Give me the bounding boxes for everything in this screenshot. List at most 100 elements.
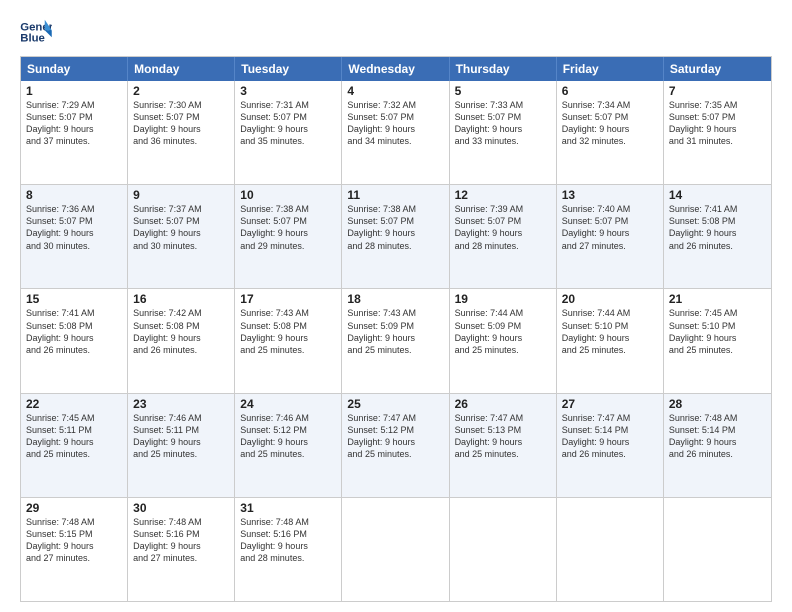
calendar-row-2: 15Sunrise: 7:41 AMSunset: 5:08 PMDayligh… bbox=[21, 288, 771, 392]
header-day-saturday: Saturday bbox=[664, 57, 771, 81]
day-number: 5 bbox=[455, 84, 551, 98]
calendar-cell: 23Sunrise: 7:46 AMSunset: 5:11 PMDayligh… bbox=[128, 394, 235, 497]
header-day-wednesday: Wednesday bbox=[342, 57, 449, 81]
cell-content: Sunrise: 7:33 AMSunset: 5:07 PMDaylight:… bbox=[455, 99, 551, 148]
cell-content: Sunrise: 7:45 AMSunset: 5:10 PMDaylight:… bbox=[669, 307, 766, 356]
day-number: 25 bbox=[347, 397, 443, 411]
logo: General Blue bbox=[20, 18, 52, 46]
calendar-cell: 13Sunrise: 7:40 AMSunset: 5:07 PMDayligh… bbox=[557, 185, 664, 288]
day-number: 13 bbox=[562, 188, 658, 202]
cell-content: Sunrise: 7:32 AMSunset: 5:07 PMDaylight:… bbox=[347, 99, 443, 148]
day-number: 8 bbox=[26, 188, 122, 202]
day-number: 15 bbox=[26, 292, 122, 306]
calendar-cell: 31Sunrise: 7:48 AMSunset: 5:16 PMDayligh… bbox=[235, 498, 342, 601]
day-number: 4 bbox=[347, 84, 443, 98]
cell-content: Sunrise: 7:29 AMSunset: 5:07 PMDaylight:… bbox=[26, 99, 122, 148]
day-number: 19 bbox=[455, 292, 551, 306]
header: General Blue bbox=[20, 18, 772, 46]
cell-content: Sunrise: 7:48 AMSunset: 5:16 PMDaylight:… bbox=[133, 516, 229, 565]
cell-content: Sunrise: 7:48 AMSunset: 5:15 PMDaylight:… bbox=[26, 516, 122, 565]
day-number: 17 bbox=[240, 292, 336, 306]
calendar-cell: 16Sunrise: 7:42 AMSunset: 5:08 PMDayligh… bbox=[128, 289, 235, 392]
calendar-cell: 7Sunrise: 7:35 AMSunset: 5:07 PMDaylight… bbox=[664, 81, 771, 184]
cell-content: Sunrise: 7:38 AMSunset: 5:07 PMDaylight:… bbox=[347, 203, 443, 252]
calendar-cell: 19Sunrise: 7:44 AMSunset: 5:09 PMDayligh… bbox=[450, 289, 557, 392]
calendar-cell bbox=[557, 498, 664, 601]
cell-content: Sunrise: 7:45 AMSunset: 5:11 PMDaylight:… bbox=[26, 412, 122, 461]
day-number: 22 bbox=[26, 397, 122, 411]
calendar-cell: 8Sunrise: 7:36 AMSunset: 5:07 PMDaylight… bbox=[21, 185, 128, 288]
calendar-cell: 18Sunrise: 7:43 AMSunset: 5:09 PMDayligh… bbox=[342, 289, 449, 392]
calendar-cell: 14Sunrise: 7:41 AMSunset: 5:08 PMDayligh… bbox=[664, 185, 771, 288]
cell-content: Sunrise: 7:48 AMSunset: 5:16 PMDaylight:… bbox=[240, 516, 336, 565]
calendar-cell: 26Sunrise: 7:47 AMSunset: 5:13 PMDayligh… bbox=[450, 394, 557, 497]
calendar-cell bbox=[664, 498, 771, 601]
day-number: 21 bbox=[669, 292, 766, 306]
day-number: 7 bbox=[669, 84, 766, 98]
cell-content: Sunrise: 7:34 AMSunset: 5:07 PMDaylight:… bbox=[562, 99, 658, 148]
calendar-cell: 2Sunrise: 7:30 AMSunset: 5:07 PMDaylight… bbox=[128, 81, 235, 184]
calendar-cell: 10Sunrise: 7:38 AMSunset: 5:07 PMDayligh… bbox=[235, 185, 342, 288]
cell-content: Sunrise: 7:41 AMSunset: 5:08 PMDaylight:… bbox=[669, 203, 766, 252]
page: General Blue SundayMondayTuesdayWednesda… bbox=[0, 0, 792, 612]
header-day-thursday: Thursday bbox=[450, 57, 557, 81]
calendar-row-3: 22Sunrise: 7:45 AMSunset: 5:11 PMDayligh… bbox=[21, 393, 771, 497]
cell-content: Sunrise: 7:46 AMSunset: 5:12 PMDaylight:… bbox=[240, 412, 336, 461]
calendar-row-1: 8Sunrise: 7:36 AMSunset: 5:07 PMDaylight… bbox=[21, 184, 771, 288]
cell-content: Sunrise: 7:47 AMSunset: 5:13 PMDaylight:… bbox=[455, 412, 551, 461]
calendar-cell: 15Sunrise: 7:41 AMSunset: 5:08 PMDayligh… bbox=[21, 289, 128, 392]
calendar-cell: 5Sunrise: 7:33 AMSunset: 5:07 PMDaylight… bbox=[450, 81, 557, 184]
cell-content: Sunrise: 7:47 AMSunset: 5:12 PMDaylight:… bbox=[347, 412, 443, 461]
day-number: 11 bbox=[347, 188, 443, 202]
day-number: 30 bbox=[133, 501, 229, 515]
logo-icon: General Blue bbox=[20, 18, 52, 46]
cell-content: Sunrise: 7:42 AMSunset: 5:08 PMDaylight:… bbox=[133, 307, 229, 356]
day-number: 10 bbox=[240, 188, 336, 202]
calendar-cell: 27Sunrise: 7:47 AMSunset: 5:14 PMDayligh… bbox=[557, 394, 664, 497]
header-day-monday: Monday bbox=[128, 57, 235, 81]
calendar-cell: 28Sunrise: 7:48 AMSunset: 5:14 PMDayligh… bbox=[664, 394, 771, 497]
calendar-cell: 3Sunrise: 7:31 AMSunset: 5:07 PMDaylight… bbox=[235, 81, 342, 184]
header-day-sunday: Sunday bbox=[21, 57, 128, 81]
calendar-cell: 24Sunrise: 7:46 AMSunset: 5:12 PMDayligh… bbox=[235, 394, 342, 497]
calendar-header: SundayMondayTuesdayWednesdayThursdayFrid… bbox=[21, 57, 771, 81]
cell-content: Sunrise: 7:30 AMSunset: 5:07 PMDaylight:… bbox=[133, 99, 229, 148]
cell-content: Sunrise: 7:36 AMSunset: 5:07 PMDaylight:… bbox=[26, 203, 122, 252]
calendar-cell bbox=[342, 498, 449, 601]
day-number: 23 bbox=[133, 397, 229, 411]
calendar-body: 1Sunrise: 7:29 AMSunset: 5:07 PMDaylight… bbox=[21, 81, 771, 601]
calendar-row-4: 29Sunrise: 7:48 AMSunset: 5:15 PMDayligh… bbox=[21, 497, 771, 601]
calendar-cell: 29Sunrise: 7:48 AMSunset: 5:15 PMDayligh… bbox=[21, 498, 128, 601]
calendar-cell: 22Sunrise: 7:45 AMSunset: 5:11 PMDayligh… bbox=[21, 394, 128, 497]
cell-content: Sunrise: 7:46 AMSunset: 5:11 PMDaylight:… bbox=[133, 412, 229, 461]
calendar-cell: 25Sunrise: 7:47 AMSunset: 5:12 PMDayligh… bbox=[342, 394, 449, 497]
calendar-cell: 30Sunrise: 7:48 AMSunset: 5:16 PMDayligh… bbox=[128, 498, 235, 601]
svg-text:Blue: Blue bbox=[20, 33, 45, 45]
calendar-cell: 1Sunrise: 7:29 AMSunset: 5:07 PMDaylight… bbox=[21, 81, 128, 184]
cell-content: Sunrise: 7:31 AMSunset: 5:07 PMDaylight:… bbox=[240, 99, 336, 148]
cell-content: Sunrise: 7:39 AMSunset: 5:07 PMDaylight:… bbox=[455, 203, 551, 252]
day-number: 24 bbox=[240, 397, 336, 411]
calendar-cell: 4Sunrise: 7:32 AMSunset: 5:07 PMDaylight… bbox=[342, 81, 449, 184]
calendar-row-0: 1Sunrise: 7:29 AMSunset: 5:07 PMDaylight… bbox=[21, 81, 771, 184]
calendar-cell: 20Sunrise: 7:44 AMSunset: 5:10 PMDayligh… bbox=[557, 289, 664, 392]
cell-content: Sunrise: 7:38 AMSunset: 5:07 PMDaylight:… bbox=[240, 203, 336, 252]
cell-content: Sunrise: 7:35 AMSunset: 5:07 PMDaylight:… bbox=[669, 99, 766, 148]
day-number: 12 bbox=[455, 188, 551, 202]
calendar-cell: 21Sunrise: 7:45 AMSunset: 5:10 PMDayligh… bbox=[664, 289, 771, 392]
cell-content: Sunrise: 7:43 AMSunset: 5:08 PMDaylight:… bbox=[240, 307, 336, 356]
calendar-cell: 9Sunrise: 7:37 AMSunset: 5:07 PMDaylight… bbox=[128, 185, 235, 288]
cell-content: Sunrise: 7:48 AMSunset: 5:14 PMDaylight:… bbox=[669, 412, 766, 461]
day-number: 2 bbox=[133, 84, 229, 98]
cell-content: Sunrise: 7:40 AMSunset: 5:07 PMDaylight:… bbox=[562, 203, 658, 252]
cell-content: Sunrise: 7:47 AMSunset: 5:14 PMDaylight:… bbox=[562, 412, 658, 461]
cell-content: Sunrise: 7:44 AMSunset: 5:09 PMDaylight:… bbox=[455, 307, 551, 356]
calendar-cell: 6Sunrise: 7:34 AMSunset: 5:07 PMDaylight… bbox=[557, 81, 664, 184]
cell-content: Sunrise: 7:41 AMSunset: 5:08 PMDaylight:… bbox=[26, 307, 122, 356]
cell-content: Sunrise: 7:37 AMSunset: 5:07 PMDaylight:… bbox=[133, 203, 229, 252]
cell-content: Sunrise: 7:44 AMSunset: 5:10 PMDaylight:… bbox=[562, 307, 658, 356]
day-number: 29 bbox=[26, 501, 122, 515]
day-number: 3 bbox=[240, 84, 336, 98]
calendar-cell: 11Sunrise: 7:38 AMSunset: 5:07 PMDayligh… bbox=[342, 185, 449, 288]
header-day-friday: Friday bbox=[557, 57, 664, 81]
